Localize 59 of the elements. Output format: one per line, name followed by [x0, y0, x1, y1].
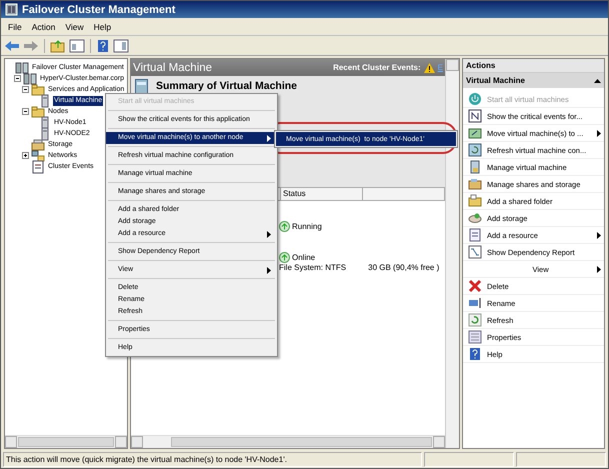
recent-events-label: Recent Cluster Events:: [333, 63, 421, 72]
storage-icon: [468, 177, 482, 191]
server-icon: [39, 116, 51, 130]
move-icon: [468, 126, 482, 140]
document-icon: [468, 228, 482, 242]
actions-header: Actions: [463, 59, 604, 73]
column-header[interactable]: Status: [281, 188, 363, 200]
online-arrow-icon: [279, 252, 290, 263]
menu-item[interactable]: Action: [26, 20, 60, 32]
window-title: Failover Cluster Management: [22, 4, 176, 16]
folder-icon: [31, 82, 45, 96]
expand-toggle[interactable]: [22, 86, 29, 93]
cluster-icon: [23, 72, 37, 86]
collapse-icon[interactable]: [594, 78, 601, 82]
horizontal-scrollbar[interactable]: [5, 435, 127, 448]
virtual-machine-icon: [135, 79, 148, 95]
expand-toggle[interactable]: [22, 152, 29, 159]
status-text: This action will move (quick migrate) the virtual machine(s) to node 'HV-Node1'.: [3, 452, 422, 467]
event-log-icon: [468, 109, 482, 123]
online-arrow-icon: [279, 221, 290, 232]
console-tree-icon: [69, 38, 85, 52]
cluster-icon: [15, 60, 29, 74]
properties-icon: [468, 330, 482, 344]
status-text: Running: [292, 222, 322, 231]
menu-item[interactable]: View: [60, 20, 89, 32]
rename-icon: [468, 296, 482, 310]
server-icon: [39, 94, 51, 108]
menu-item[interactable]: Help: [88, 20, 116, 32]
report-icon: [468, 245, 482, 259]
folder-icon: [468, 194, 482, 208]
vertical-scrollbar[interactable]: [445, 59, 459, 448]
up-folder-icon: [50, 38, 66, 52]
disk-icon: [468, 211, 482, 225]
action-pane-icon: [113, 38, 129, 52]
status-text: Online: [292, 253, 316, 262]
server-icon: [39, 126, 51, 140]
server-icon: [468, 160, 482, 174]
app-icon: [5, 3, 18, 16]
storage-icon: [31, 138, 45, 152]
network-icon: [31, 148, 45, 162]
forward-icon: [23, 38, 39, 52]
menu-item[interactable]: File: [3, 20, 27, 32]
expand-toggle[interactable]: [22, 108, 29, 115]
pane-title: Virtual Machine: [133, 62, 212, 74]
section-title: Virtual Machine: [466, 76, 525, 85]
power-icon: [468, 92, 482, 106]
refresh-icon: [468, 143, 482, 157]
help-icon: [468, 347, 482, 361]
detail-text: 30 GB (90,4% free ): [368, 263, 440, 272]
folder-icon: [31, 104, 45, 118]
delete-icon: [468, 279, 482, 293]
summary-title: Summary of Virtual Machine: [156, 80, 298, 92]
event-log-icon: [31, 160, 45, 174]
detail-text: File System: NTFS: [279, 263, 346, 272]
expand-toggle[interactable]: [14, 75, 21, 82]
back-icon: [4, 38, 20, 52]
warning-icon: [424, 62, 435, 72]
help-icon: [96, 38, 110, 52]
horizontal-scrollbar[interactable]: [131, 435, 445, 448]
